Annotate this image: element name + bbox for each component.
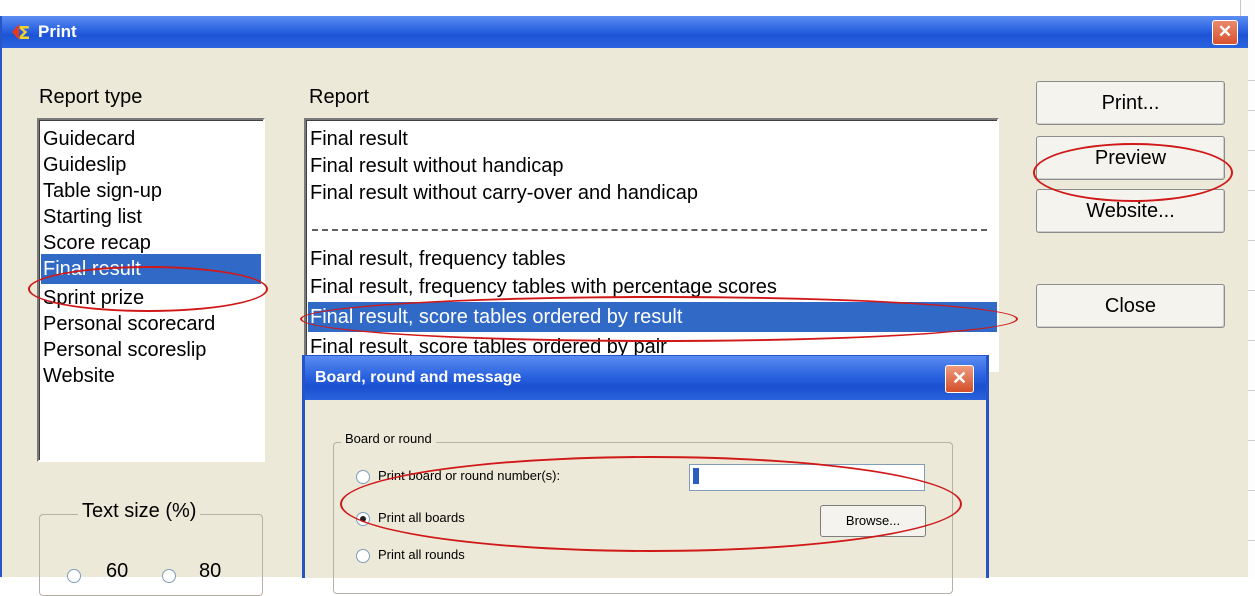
print-all-boards-label: Print all boards <box>378 510 465 525</box>
print-numbers-label: Print board or round number(s): <box>378 468 561 483</box>
print-button[interactable]: Print... <box>1036 81 1225 125</box>
svg-text:Σ: Σ <box>18 23 30 43</box>
print-numbers-radio[interactable] <box>356 470 370 484</box>
report-type-list[interactable]: Guidecard Guideslip Table sign-up Starti… <box>37 118 265 462</box>
board-or-round-label: Board or round <box>341 431 436 446</box>
report-list[interactable]: Final result Final result without handic… <box>304 118 999 372</box>
window-title: Print <box>38 22 77 41</box>
text-size-80-label: 80 <box>199 560 222 582</box>
report-label: Report <box>309 86 370 108</box>
print-all-rounds-radio[interactable] <box>356 549 370 563</box>
report-item[interactable]: Final result, frequency tables with perc… <box>308 272 995 302</box>
close-icon[interactable]: ✕ <box>1212 20 1238 45</box>
website-button[interactable]: Website... <box>1036 189 1225 233</box>
print-dialog-titlebar[interactable]: Σ Print ✕ <box>2 16 1248 48</box>
print-all-rounds-label: Print all rounds <box>378 547 465 562</box>
text-size-label: Text size (%) <box>78 500 201 523</box>
board-round-dialog: Board, round and message ✕ Board or roun… <box>302 355 989 594</box>
print-all-boards-radio[interactable] <box>356 512 370 526</box>
report-item-selected[interactable]: Final result, score tables ordered by re… <box>308 302 997 332</box>
close-button[interactable]: Close <box>1036 284 1225 328</box>
board-round-dialog-titlebar[interactable]: Board, round and message ✕ <box>305 356 986 400</box>
report-type-item-selected[interactable]: Final result <box>41 254 261 284</box>
board-round-dialog-title: Board, round and message <box>315 369 522 386</box>
sigma-app-icon: Σ <box>10 21 34 44</box>
close-icon[interactable]: ✕ <box>945 365 974 393</box>
text-cursor <box>693 468 699 484</box>
text-size-group <box>39 514 263 596</box>
text-size-60-radio[interactable] <box>67 569 81 583</box>
text-size-60-label: 60 <box>106 560 129 582</box>
report-item[interactable]: Final result without carry-over and hand… <box>308 178 995 208</box>
report-separator <box>312 229 987 231</box>
report-type-item[interactable]: Website <box>41 361 261 391</box>
report-type-label: Report type <box>39 86 143 108</box>
text-size-80-radio[interactable] <box>162 569 176 583</box>
report-item[interactable]: Final result, frequency tables <box>308 244 995 274</box>
board-numbers-input[interactable] <box>689 464 925 491</box>
report-item[interactable]: Final result <box>308 124 995 154</box>
browse-button[interactable]: Browse... <box>820 505 926 537</box>
report-item[interactable]: Final result without handicap <box>308 151 995 181</box>
preview-button[interactable]: Preview <box>1036 136 1225 180</box>
